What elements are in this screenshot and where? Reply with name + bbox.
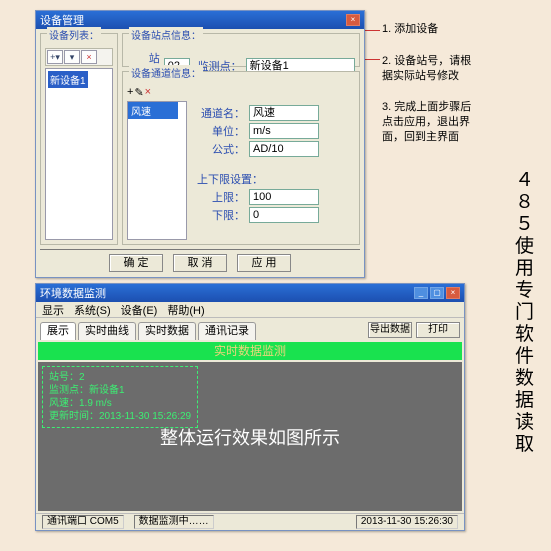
channel-list[interactable]: 风速	[127, 101, 187, 240]
device-tree[interactable]: 新设备1	[45, 68, 113, 240]
device-list-group: 设备列表： +▾ ▾ × 新设备1	[40, 33, 118, 245]
window-title-2: 环境数据监测	[40, 285, 106, 301]
channel-name-input[interactable]: 风速	[249, 105, 319, 121]
formula-label: 公式：	[197, 141, 245, 157]
display-canvas: 站号：2 监测点：新设备1 风速：1.9 m/s 更新时间：2013-11-30…	[38, 362, 462, 511]
channel-info-label: 设备通道信息：	[129, 65, 203, 80]
device-info-box: 站号：2 监测点：新设备1 风速：1.9 m/s 更新时间：2013-11-30…	[42, 366, 198, 428]
annotation-3: 3. 完成上面步骤后点击应用，退出界面，回到主界面	[382, 100, 482, 145]
side-caption: ４８５ 使用专门软件数据读取	[515, 170, 535, 456]
device-toolbar: +▾ ▾ ×	[45, 48, 113, 66]
tab-realtime-curve[interactable]: 实时曲线	[78, 322, 136, 340]
add-channel-button[interactable]: +	[127, 86, 133, 99]
formula-input[interactable]: AD/10	[249, 141, 319, 157]
statusbar: 通讯端口 COM5 数据监测中…… 2013-11-30 15:26:30	[36, 513, 464, 530]
upper-limit-input[interactable]: 100	[249, 189, 319, 205]
apply-button[interactable]: 应 用	[237, 254, 291, 272]
lower-limit-input[interactable]: 0	[249, 207, 319, 223]
menubar: 显示 系统(S) 设备(E) 帮助(H)	[36, 302, 464, 318]
tab-realtime-data[interactable]: 实时数据	[138, 322, 196, 340]
add-device-button[interactable]: +▾	[47, 50, 63, 64]
tabbar: 展示 实时曲线 实时数据 通讯记录 导出数据 打印	[36, 318, 464, 340]
delete-channel-button[interactable]: ×	[145, 86, 151, 99]
realtime-banner: 实时数据监测	[38, 342, 462, 360]
device-list-label: 设备列表：	[47, 27, 101, 42]
device-manager-window: 设备管理 × 设备列表： +▾ ▾ × 新设备1 设备站点信息：	[35, 10, 365, 278]
menu-help[interactable]: 帮助(H)	[167, 302, 204, 318]
maximize-icon[interactable]: ▢	[430, 287, 444, 299]
upper-limit-label: 上限：	[197, 189, 245, 205]
menu-device[interactable]: 设备(E)	[121, 302, 158, 318]
menu-system[interactable]: 系统(S)	[74, 302, 111, 318]
menu-display[interactable]: 显示	[42, 302, 64, 318]
channel-list-header: 风速	[128, 102, 178, 119]
cancel-button[interactable]: 取 消	[173, 254, 227, 272]
edit-channel-button[interactable]: ✎	[134, 86, 143, 99]
tab-display[interactable]: 展示	[40, 322, 76, 340]
delete-device-button[interactable]: ×	[81, 50, 97, 64]
unit-input[interactable]: m/s	[249, 123, 319, 139]
channel-name-label: 通道名：	[197, 105, 245, 121]
limits-label: 上下限设置：	[197, 171, 263, 187]
titlebar-2[interactable]: 环境数据监测 _ ▢ ×	[36, 284, 464, 302]
channel-info-group: 设备通道信息： + ✎ × 风速 通道名：风速 单位：m/s 公式：AD	[122, 71, 360, 245]
status-time: 2013-11-30 15:26:30	[356, 515, 458, 529]
close-icon-2[interactable]: ×	[446, 287, 460, 299]
status-monitor: 数据监测中……	[134, 515, 214, 529]
export-button[interactable]: 导出数据	[368, 322, 412, 338]
tab-comm-log[interactable]: 通讯记录	[198, 322, 256, 340]
lower-limit-label: 下限：	[197, 207, 245, 223]
annotation-1: 1. 添加设备	[382, 22, 482, 37]
print-button[interactable]: 打印	[416, 322, 460, 338]
minimize-icon[interactable]: _	[414, 287, 428, 299]
dialog-buttons: 确 定 取 消 应 用	[40, 249, 360, 273]
unit-label: 单位：	[197, 123, 245, 139]
device-tree-item[interactable]: 新设备1	[48, 71, 88, 88]
status-port: 通讯端口 COM5	[42, 515, 124, 529]
monitor-window: 环境数据监测 _ ▢ × 显示 系统(S) 设备(E) 帮助(H) 展示 实时曲…	[35, 283, 465, 531]
ok-button[interactable]: 确 定	[109, 254, 163, 272]
station-info-group: 设备站点信息： 站号： 02 监测点： 新设备1	[122, 33, 360, 67]
station-info-label: 设备站点信息：	[129, 27, 203, 42]
edit-device-button[interactable]: ▾	[64, 50, 80, 64]
window-title: 设备管理	[40, 12, 84, 28]
close-icon[interactable]: ×	[346, 14, 360, 26]
canvas-caption: 整体运行效果如图所示	[160, 424, 340, 450]
annotation-2: 2. 设备站号，请根据实际站号修改	[382, 54, 482, 84]
